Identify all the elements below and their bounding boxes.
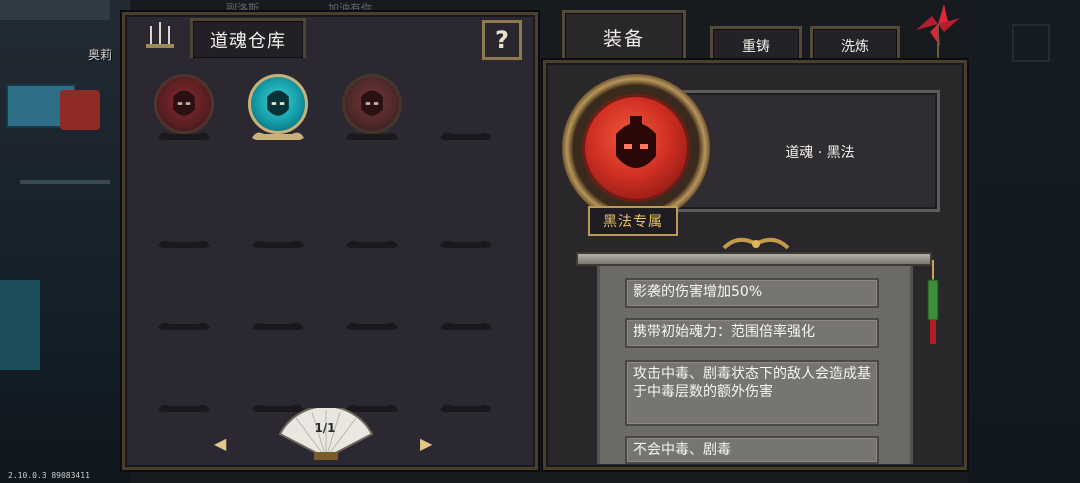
- warehouse-title-tab: 道魂仓库: [190, 18, 306, 58]
- version-label: 2.10.0.3 89083411: [8, 471, 90, 480]
- masked-face-icon: [173, 90, 195, 116]
- empty-slot[interactable]: [246, 178, 310, 258]
- soul-orb-red: [154, 74, 214, 134]
- tab-refine[interactable]: 洗炼: [810, 26, 900, 62]
- arrow-left-icon[interactable]: ◀: [214, 436, 230, 452]
- empty-slot[interactable]: [152, 342, 216, 422]
- pedestal-icon: [158, 322, 210, 330]
- game-world-background: [0, 0, 130, 483]
- tab-equip[interactable]: 装备: [562, 10, 686, 62]
- help-icon: ?: [495, 26, 509, 54]
- empty-slot[interactable]: [152, 260, 216, 340]
- exclusive-tag: 黑法专属: [588, 206, 678, 236]
- stat-line-2: 携带初始魂力：范围倍率强化: [625, 318, 879, 348]
- fan-pager-icon: [278, 408, 374, 460]
- stat-line-3: 攻击中毒、剧毒状态下的敌人会造成基于中毒层数的额外伤害: [625, 360, 879, 426]
- item-name: 道魂 · 黑法: [785, 145, 855, 161]
- pedestal-icon: [440, 404, 492, 412]
- empty-slot[interactable]: [246, 260, 310, 340]
- warehouse-title: 道魂仓库: [210, 30, 286, 52]
- stat-line-1: 影袭的伤害增加50%: [625, 278, 879, 308]
- empty-slot[interactable]: [152, 178, 216, 258]
- jade-tassel-icon: [927, 260, 939, 344]
- pedestal-icon: [346, 322, 398, 330]
- tab-recast[interactable]: 重铸: [710, 26, 802, 62]
- npc-name-label: 奥莉: [88, 48, 113, 62]
- soul-orb-brown: [342, 74, 402, 134]
- soul-slot-teal[interactable]: [246, 70, 310, 150]
- pedestal-icon: [440, 322, 492, 330]
- pedestal-icon: [252, 322, 304, 330]
- empty-slot[interactable]: [434, 260, 498, 340]
- page-indicator: 1/1: [314, 421, 336, 435]
- gold-ornament-icon: [722, 237, 790, 250]
- incense-ornament-icon: [146, 22, 174, 48]
- empty-slot[interactable]: [434, 178, 498, 258]
- pinwheel-icon: [916, 4, 960, 58]
- soul-slot-brown[interactable]: [340, 70, 404, 150]
- empty-slot[interactable]: [340, 260, 404, 340]
- soul-slot-red[interactable]: [152, 70, 216, 150]
- soul-orb-teal: [248, 74, 308, 134]
- help-button[interactable]: ?: [482, 20, 522, 60]
- pedestal-icon: [440, 132, 492, 140]
- tab-equip-label: 装备: [602, 28, 645, 50]
- masked-face-icon: [267, 90, 289, 116]
- arrow-right-icon[interactable]: ▶: [420, 436, 436, 452]
- right-world-strip: [968, 0, 1080, 483]
- empty-slot[interactable]: [434, 342, 498, 422]
- empty-slot[interactable]: [340, 178, 404, 258]
- exclusive-tag-label: 黑法专属: [603, 214, 663, 230]
- pedestal-icon: [158, 240, 210, 248]
- tab-refine-label: 洗炼: [841, 38, 869, 55]
- pedestal-icon: [158, 404, 210, 412]
- pedestal-icon: [346, 240, 398, 248]
- tab-recast-label: 重铸: [742, 38, 770, 55]
- item-soul-orb: [582, 94, 690, 202]
- scroll-rod: [576, 252, 932, 266]
- pedestal-icon: [440, 240, 492, 248]
- masked-face-icon: [361, 90, 383, 116]
- stat-line-4: 不会中毒、剧毒: [625, 436, 879, 464]
- pedestal-icon: [252, 240, 304, 248]
- masked-face-icon: [616, 116, 656, 168]
- empty-slot[interactable]: [434, 70, 498, 150]
